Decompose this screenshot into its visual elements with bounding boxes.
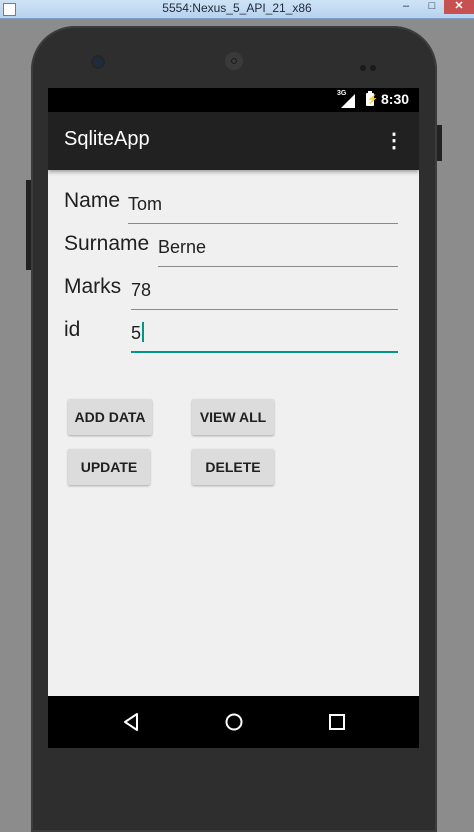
id-field[interactable]: 5 [131,317,398,353]
recents-icon[interactable] [325,710,349,734]
back-icon[interactable] [119,710,143,734]
id-value: 5 [131,323,142,343]
volume-button[interactable] [26,180,31,270]
earpiece-speaker-icon [225,52,243,70]
navigation-bar [48,696,419,748]
name-label: Name [64,189,121,212]
name-value: Tom [128,194,163,214]
marks-field[interactable]: 78 [131,275,398,310]
status-time: 8:30 [381,91,410,107]
front-camera-icon [93,57,103,67]
surname-field[interactable]: Berne [158,232,398,267]
battery-icon: ⚡ [366,91,379,106]
window-title-bar: 5554:Nexus_5_API_21_x86 – □ ✕ [0,0,474,19]
add-data-button[interactable]: ADD DATA [68,399,152,435]
surname-label: Surname [64,232,150,255]
marks-value: 78 [131,280,152,300]
view-all-button[interactable]: VIEW ALL [192,399,274,435]
device-screen: 3G ⚡ 8:30 SqliteApp ⋮ Name Tom Surname B… [48,88,419,743]
name-field[interactable]: Tom [128,189,398,224]
update-button[interactable]: UPDATE [68,449,150,485]
minimize-button[interactable]: – [394,0,418,14]
power-button[interactable] [437,125,442,161]
proximity-sensor-icon [360,58,382,71]
app-title: SqliteApp [64,128,150,150]
delete-button[interactable]: DELETE [192,449,274,485]
home-icon[interactable] [222,710,246,734]
signal-icon: 3G [337,90,355,108]
app-bar: SqliteApp ⋮ [48,112,419,170]
overflow-menu-icon[interactable]: ⋮ [382,131,406,155]
maximize-button[interactable]: □ [420,0,444,14]
surname-value: Berne [158,237,207,257]
marks-label: Marks [64,275,122,298]
text-cursor [142,322,145,342]
status-bar: 3G ⚡ 8:30 [48,88,419,112]
id-label: id [64,318,81,341]
close-button[interactable]: ✕ [444,0,474,14]
